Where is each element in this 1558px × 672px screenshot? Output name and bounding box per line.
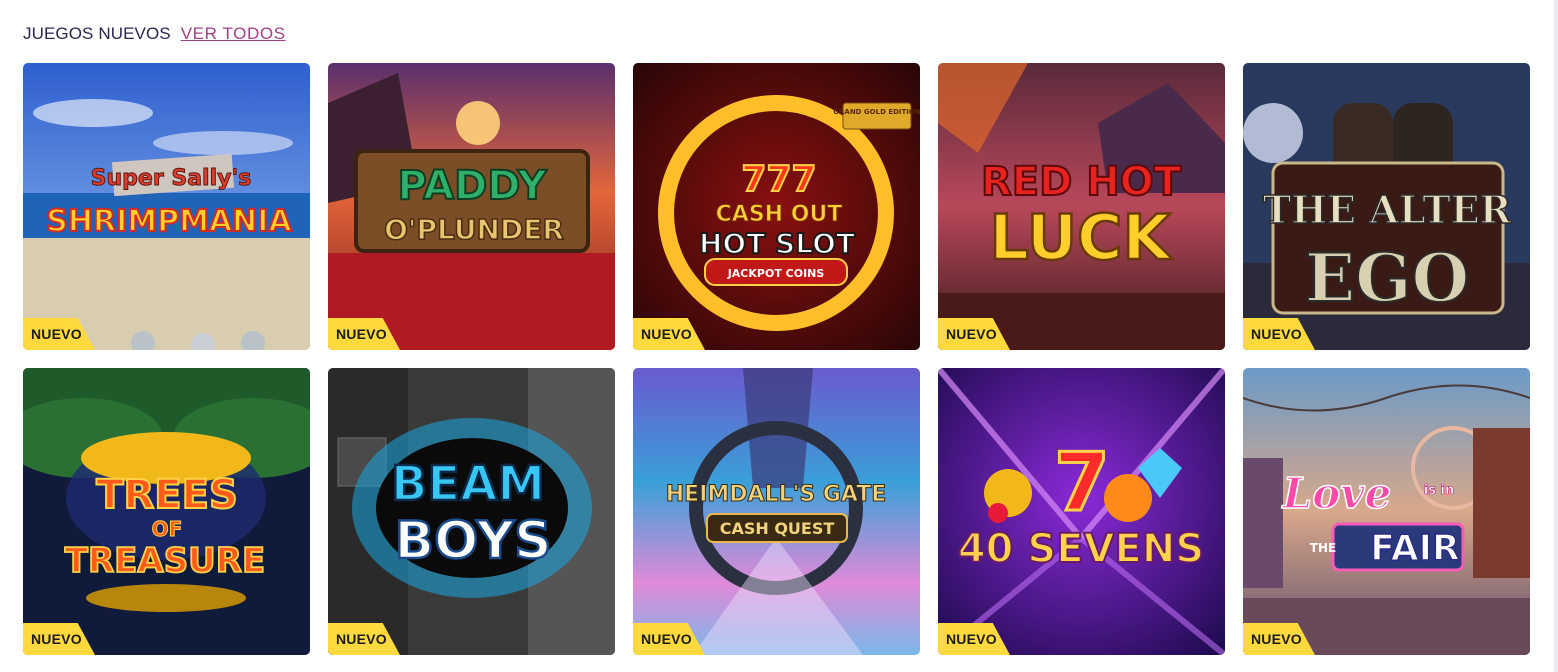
game-logo: PADDY O'PLUNDER	[383, 162, 564, 247]
logo-line: HEIMDALL'S GATE	[666, 482, 887, 507]
logo-line: SHRIMPMANIA	[46, 204, 292, 239]
game-tile-paddy-oplunder[interactable]: PADDY O'PLUNDER NUEVO	[328, 63, 615, 350]
logo-line: CASH OUT	[716, 202, 843, 227]
logo-line: EGO	[1305, 239, 1469, 317]
game-logo: Super Sally's SHRIMPMANIA	[45, 166, 293, 241]
view-all-link[interactable]: VER TODOS	[181, 24, 286, 44]
game-logo: GRAND GOLD EDITION 777 CASH OUT HOT SLOT…	[698, 108, 920, 280]
game-logo: HEIMDALL'S GATE CASH QUEST	[665, 482, 887, 539]
logo-line: JACKPOT COINS	[727, 267, 825, 280]
logo-line: O'PLUNDER	[384, 213, 564, 246]
game-tile-heimdalls-gate[interactable]: HEIMDALL'S GATE CASH QUEST NUEVO	[633, 368, 920, 655]
game-tile-40-sevens[interactable]: 7 40 SEVENS NUEVO	[938, 368, 1225, 655]
logo-line: PADDY	[397, 163, 547, 209]
game-tile-trees-of-treasure[interactable]: TREES OF TREASURE NUEVO	[23, 368, 310, 655]
logo-line: THE ALTER	[1263, 187, 1512, 232]
logo-line: CASH QUEST	[720, 519, 835, 538]
logo-line: HOT SLOT	[699, 227, 855, 260]
game-tile-cash-out-hot-slot[interactable]: GRAND GOLD EDITION 777 CASH OUT HOT SLOT…	[633, 63, 920, 350]
logo-line: is in	[1424, 483, 1454, 498]
logo-line: 777	[741, 159, 816, 200]
game-logo: RED HOT LUCK	[980, 158, 1183, 275]
logo-line: LUCK	[989, 201, 1172, 274]
game-logo: 7 40 SEVENS	[957, 435, 1205, 574]
logo-line: Super Sally's	[91, 166, 252, 191]
game-logo: Love is in THE FAIR	[1281, 468, 1461, 570]
game-grid: Super Sally's SHRIMPMANIA NUEVO PADDY O'…	[23, 63, 1530, 655]
logo-line: BEAM	[391, 456, 545, 512]
game-tile-beam-boys[interactable]: BEAM BOYS NUEVO	[328, 368, 615, 655]
logo-line: 40 SEVENS	[958, 526, 1204, 572]
page-scrollbar[interactable]	[1554, 0, 1558, 672]
logo-line: THE	[1310, 541, 1336, 555]
game-tile-shrimpmania[interactable]: Super Sally's SHRIMPMANIA NUEVO	[23, 63, 310, 350]
logo-line: RED HOT	[981, 159, 1182, 205]
logo-line: GRAND GOLD EDITION	[833, 108, 920, 116]
svg-text:7: 7	[1054, 436, 1110, 529]
logo-line: BOYS	[394, 511, 551, 571]
game-logo: THE ALTER EGO	[1262, 186, 1512, 318]
game-tile-the-alter-ego[interactable]: THE ALTER EGO NUEVO	[1243, 63, 1530, 350]
logo-line: OF	[152, 517, 183, 541]
logo-line: TREES	[96, 472, 238, 518]
game-logo: BEAM BOYS	[390, 455, 553, 573]
game-logo: TREES OF TREASURE	[64, 471, 266, 582]
logo-line: Love	[1282, 469, 1392, 518]
game-tile-red-hot-luck[interactable]: RED HOT LUCK NUEVO	[938, 63, 1225, 350]
section-title: JUEGOS NUEVOS	[23, 24, 171, 43]
game-tile-love-is-in-the-fair[interactable]: Love is in THE FAIR NUEVO	[1243, 368, 1530, 655]
section-header: JUEGOS NUEVOS VER TODOS	[23, 22, 286, 46]
logo-line: TREASURE	[65, 541, 265, 581]
logo-line: FAIR	[1370, 528, 1459, 569]
